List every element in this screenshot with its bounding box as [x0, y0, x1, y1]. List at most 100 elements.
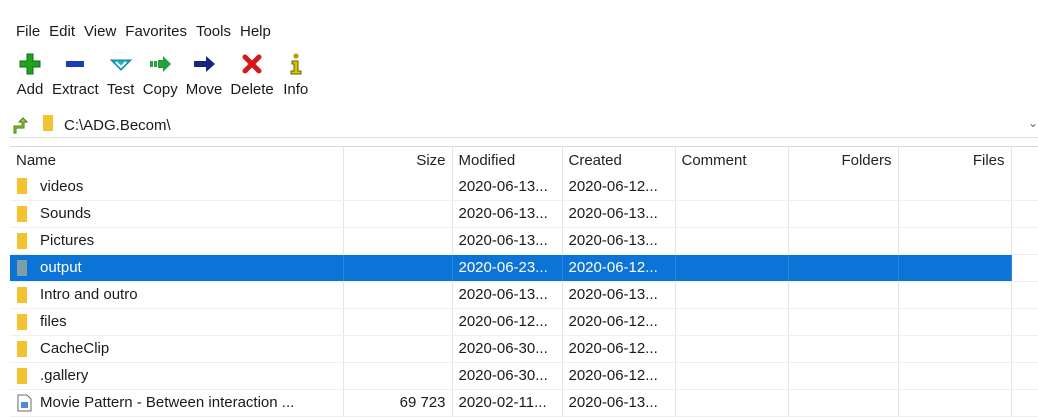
menu-tools[interactable]: Tools [196, 23, 231, 42]
column-modified[interactable]: Modified [452, 147, 563, 173]
folder-icon [16, 367, 34, 385]
column-header-row: Name Size Modified Created Comment Folde… [10, 147, 1038, 173]
column-folders[interactable]: Folders [788, 147, 899, 173]
cell-created: 2020-06-13... [562, 200, 676, 228]
folder-icon [42, 114, 54, 137]
cell-name: .gallery [10, 362, 344, 390]
cell-filler [1011, 281, 1038, 309]
move-button[interactable]: Move [185, 44, 223, 104]
up-folder-icon[interactable] [10, 115, 32, 137]
file-icon [16, 394, 34, 412]
folder-icon [16, 232, 34, 250]
cell-name: CacheClip [10, 335, 344, 363]
cell-created: 2020-06-12... [562, 362, 676, 390]
extract-label: Extract [52, 81, 99, 98]
cell-created: 2020-06-12... [562, 308, 676, 336]
test-label: Test [106, 81, 135, 98]
cell-created: 2020-06-12... [562, 335, 676, 363]
cell-name: Intro and outro [10, 281, 344, 309]
cell-folders [788, 335, 899, 363]
folder-icon [16, 286, 34, 304]
cell-modified: 2020-06-30... [452, 362, 563, 390]
copy-button[interactable]: Copy [143, 44, 178, 104]
address-path: C:\ADG.Becom\ [64, 117, 171, 134]
test-button[interactable]: Test [107, 44, 135, 104]
plus-icon [16, 50, 44, 78]
add-button[interactable]: Add [16, 44, 44, 104]
cell-size [343, 281, 453, 309]
column-filler [1011, 147, 1038, 173]
chevron-down-icon[interactable]: ⌄ [1028, 116, 1038, 130]
table-row[interactable]: videos 2020-06-13... 2020-06-12... [10, 173, 1038, 201]
cell-comment [675, 281, 789, 309]
cell-modified: 2020-06-13... [452, 173, 563, 201]
move-arrow-icon [190, 50, 218, 78]
cell-created: 2020-06-13... [562, 227, 676, 255]
column-comment[interactable]: Comment [675, 147, 789, 173]
menu-favorites[interactable]: Favorites [125, 23, 187, 42]
menu-file[interactable]: File [16, 23, 40, 42]
column-size[interactable]: Size [343, 147, 453, 173]
column-files[interactable]: Files [898, 147, 1012, 173]
cell-comment [675, 254, 789, 282]
table-row[interactable]: files 2020-06-12... 2020-06-12... [10, 308, 1038, 336]
column-created[interactable]: Created [562, 147, 676, 173]
cell-size [343, 173, 453, 201]
menu-edit[interactable]: Edit [49, 23, 75, 42]
cell-name: files [10, 308, 344, 336]
table-row[interactable]: Pictures 2020-06-13... 2020-06-13... [10, 227, 1038, 255]
info-button[interactable]: Info [282, 44, 310, 104]
cell-files [898, 362, 1012, 390]
row-name: files [40, 313, 67, 330]
toolbar: Add Extract Test Copy Move Delete Info [0, 44, 1038, 104]
copy-arrow-icon [146, 50, 174, 78]
extract-button[interactable]: Extract [52, 44, 99, 104]
cell-size [343, 335, 453, 363]
folder-icon [16, 313, 34, 331]
cell-comment [675, 200, 789, 228]
cell-files [898, 254, 1012, 282]
table-row[interactable]: CacheClip 2020-06-30... 2020-06-12... [10, 335, 1038, 363]
delete-button[interactable]: Delete [230, 44, 274, 104]
info-label: Info [283, 81, 309, 98]
menu-help[interactable]: Help [240, 23, 271, 42]
cell-size: 69 723 [343, 389, 453, 417]
cell-folders [788, 254, 899, 282]
table-row[interactable]: output 2020-06-23... 2020-06-12... [10, 254, 1038, 282]
cell-folders [788, 173, 899, 201]
cell-folders [788, 389, 899, 417]
cell-modified: 2020-06-23... [452, 254, 563, 282]
minus-icon [61, 50, 89, 78]
cell-files [898, 173, 1012, 201]
row-name: Pictures [40, 232, 95, 249]
cell-files [898, 200, 1012, 228]
move-label: Move [185, 81, 223, 98]
table-row[interactable]: Movie Pattern - Between interaction ... 6… [10, 389, 1038, 417]
check-icon [107, 50, 135, 78]
column-name[interactable]: Name [10, 147, 344, 173]
cell-modified: 2020-06-13... [452, 281, 563, 309]
cell-created: 2020-06-13... [562, 389, 676, 417]
cell-modified: 2020-06-30... [452, 335, 563, 363]
row-name: Sounds [40, 205, 91, 222]
menu-bar: File Edit View Favorites Tools Help [0, 0, 1038, 42]
cell-name: Pictures [10, 227, 344, 255]
cell-filler [1011, 254, 1038, 282]
cell-folders [788, 308, 899, 336]
folder-icon [16, 177, 34, 195]
table-row[interactable]: Sounds 2020-06-13... 2020-06-13... [10, 200, 1038, 228]
cell-name: Sounds [10, 200, 344, 228]
table-row[interactable]: .gallery 2020-06-30... 2020-06-12... [10, 362, 1038, 390]
row-name: output [40, 259, 82, 276]
cell-filler [1011, 308, 1038, 336]
cell-files [898, 227, 1012, 255]
table-row[interactable]: Intro and outro 2020-06-13... 2020-06-13..… [10, 281, 1038, 309]
menu-view[interactable]: View [84, 23, 116, 42]
row-name: videos [40, 177, 84, 195]
cell-comment [675, 227, 789, 255]
folder-icon [16, 205, 34, 223]
cell-modified: 2020-06-13... [452, 200, 563, 228]
cell-filler [1011, 362, 1038, 390]
cell-files [898, 281, 1012, 309]
address-field[interactable]: C:\ADG.Becom\ [42, 115, 1038, 137]
